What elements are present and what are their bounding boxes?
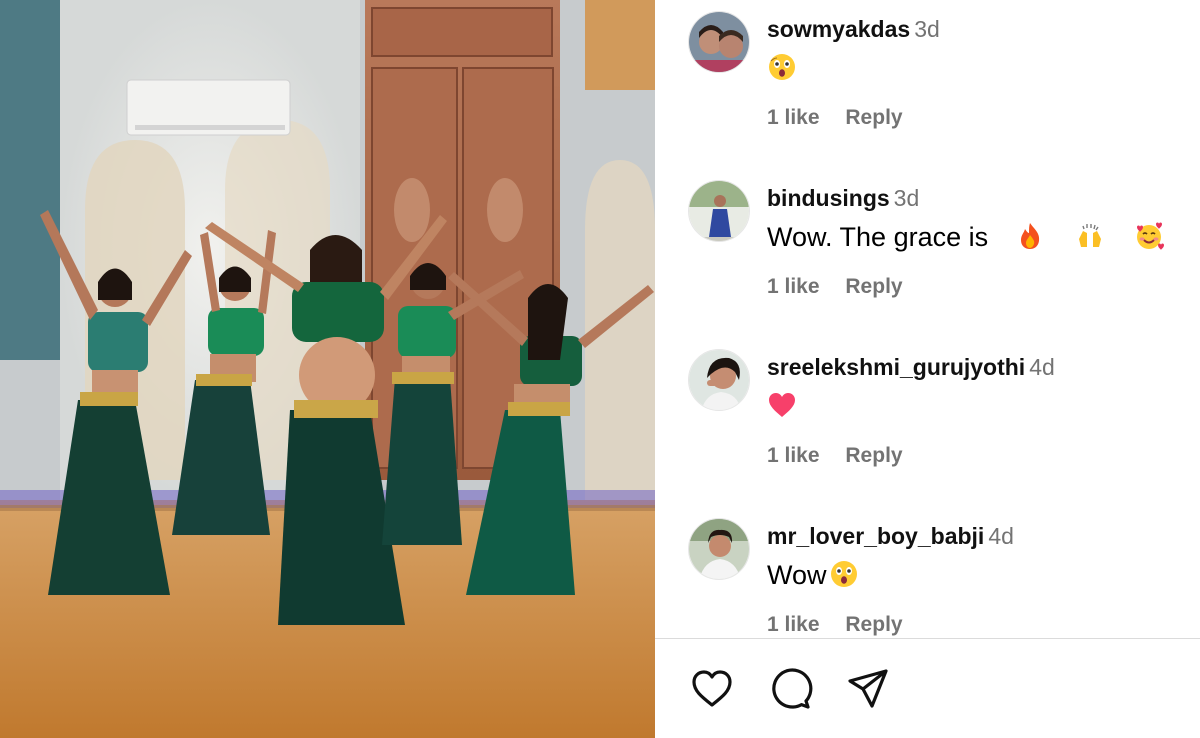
comment-item: mr_lover_boy_babji 4d Wow 1 like Reply: [688, 507, 1188, 638]
comment-actions: 1 like Reply: [767, 275, 923, 299]
avatar[interactable]: [688, 349, 750, 411]
likes-count[interactable]: 1 like: [767, 275, 820, 298]
comment-timestamp[interactable]: 4d: [1029, 354, 1055, 380]
comment-username[interactable]: mr_lover_boy_babji: [767, 523, 984, 549]
comment-actions: 1 like Reply: [767, 444, 923, 468]
reply-button[interactable]: Reply: [845, 275, 902, 298]
heart-icon: [692, 670, 732, 707]
post-media[interactable]: [0, 0, 655, 738]
reply-button[interactable]: Reply: [845, 613, 902, 636]
comment-text-content: Wow. The grace is: [767, 222, 989, 252]
share-button[interactable]: [845, 666, 891, 712]
comment-username[interactable]: sreelekshmi_gurujyothi: [767, 354, 1025, 380]
comment-actions: 1 like Reply: [767, 106, 923, 130]
like-button[interactable]: [689, 666, 735, 712]
likes-count[interactable]: 1 like: [767, 444, 820, 467]
comment-item: sowmyakdas 3d 1 like Reply: [688, 0, 1188, 160]
avatar[interactable]: [688, 518, 750, 580]
likes-count[interactable]: 1 like: [767, 106, 820, 129]
comment-text: [767, 48, 1188, 88]
post-action-bar: [655, 660, 1200, 720]
action-bar-divider: [655, 638, 1200, 639]
red-heart-icon: [767, 390, 797, 420]
reply-button[interactable]: Reply: [845, 106, 902, 129]
comment-timestamp[interactable]: 3d: [914, 16, 940, 42]
avatar[interactable]: [688, 11, 750, 73]
comment-username[interactable]: bindusings: [767, 185, 890, 211]
comment-icon: [772, 668, 813, 709]
reply-button[interactable]: Reply: [845, 444, 902, 467]
avatar[interactable]: [688, 180, 750, 242]
comment-text: [767, 386, 1188, 426]
comment-timestamp[interactable]: 4d: [988, 523, 1014, 549]
comment-item: sreelekshmi_gurujyothi 4d 1 like Reply: [688, 338, 1188, 498]
fire-icon: [1015, 221, 1045, 251]
comment-actions: 1 like Reply: [767, 613, 923, 637]
smiling-face-with-hearts-icon: [1134, 221, 1165, 251]
comment-text-content: Wow: [767, 560, 827, 590]
comments-panel: sowmyakdas 3d 1 like Reply bindusings 3d…: [655, 0, 1200, 738]
comment-button[interactable]: [767, 666, 813, 712]
comment-text: Wow. The grace is: [767, 217, 1188, 257]
astonished-face-icon: [829, 559, 859, 589]
dance-photo: [0, 0, 655, 738]
comment-text: Wow: [767, 555, 1188, 595]
likes-count[interactable]: 1 like: [767, 613, 820, 636]
comment-username[interactable]: sowmyakdas: [767, 16, 910, 42]
raising-hands-icon: [1075, 221, 1105, 251]
comment-list[interactable]: sowmyakdas 3d 1 like Reply bindusings 3d…: [655, 0, 1200, 638]
share-icon: [848, 669, 888, 708]
astonished-face-icon: [767, 52, 797, 82]
comment-timestamp[interactable]: 3d: [894, 185, 920, 211]
comment-item: bindusings 3d Wow. The grace is 1 like R…: [688, 169, 1188, 329]
